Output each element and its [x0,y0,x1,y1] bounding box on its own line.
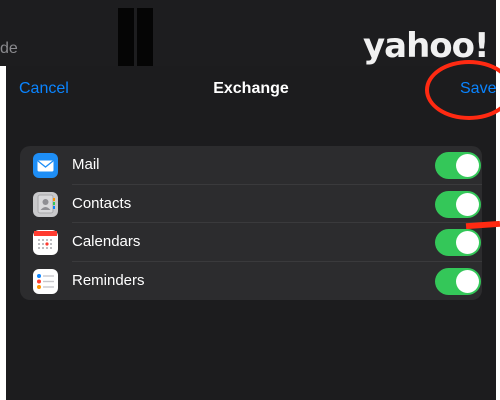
toggle-knob [456,192,479,216]
right-edge [496,0,500,400]
account-services-list: Mail Contacts Calendars Reminders [20,146,482,300]
background-dark-bar [118,8,134,66]
calendar-icon [33,230,58,255]
reminders-label: Reminders [72,271,145,289]
contacts-label: Contacts [72,194,132,212]
list-item-contacts: Contacts [20,185,482,223]
reminders-toggle[interactable] [435,267,481,295]
page-title: Exchange [213,80,289,97]
contacts-toggle[interactable] [435,190,481,218]
list-item-mail: Mail [20,146,482,185]
toggle-knob [456,269,479,293]
navigation-bar: Cancel Exchange Save [6,66,496,114]
toggle-knob [456,231,479,254]
mail-label: Mail [72,156,100,173]
list-item-reminders: Reminders [20,262,482,301]
calendars-label: Calendars [72,233,141,250]
mail-icon [33,153,58,178]
mail-toggle[interactable] [435,152,481,179]
exchange-sheet: Cancel Exchange Save Mail Contacts Calen… [6,66,500,400]
toggle-knob [456,154,479,177]
list-item-calendars: Calendars [20,223,482,262]
calendars-toggle[interactable] [435,229,481,256]
contacts-icon [33,191,58,217]
background-dark-bar [137,8,153,66]
background-text-fragment: de [0,40,18,57]
reminders-icon [33,268,58,294]
